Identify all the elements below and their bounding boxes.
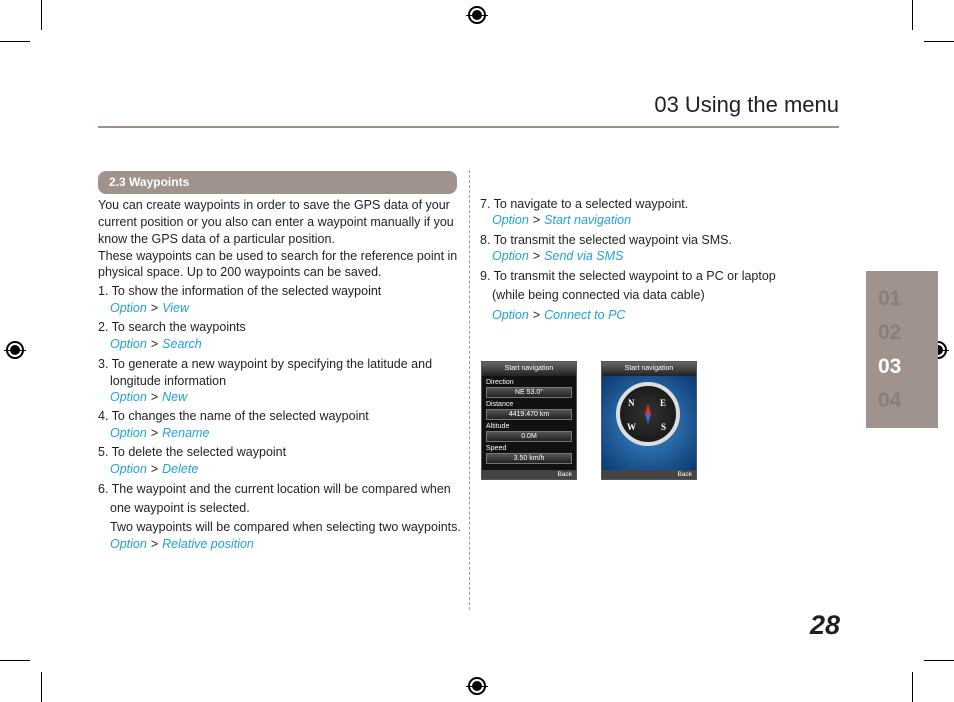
field-value: 4419.470 km xyxy=(486,409,572,420)
chapter-tab-01[interactable]: 01 xyxy=(878,287,901,311)
menu-path: Option > Delete xyxy=(110,461,198,478)
field-label: Altitude xyxy=(486,423,510,430)
step-text: 3. To generate a new waypoint by specify… xyxy=(98,357,433,371)
intro-text: current position or you also can enter a… xyxy=(98,215,454,229)
compass-n: N xyxy=(628,398,635,408)
compass-e: E xyxy=(660,398,667,408)
step-text: 2. To search the waypoints xyxy=(98,320,246,334)
menu-option: Option xyxy=(492,308,529,322)
menu-command: Search xyxy=(162,337,202,351)
step-text: Two waypoints will be compared when sele… xyxy=(110,520,461,534)
menu-option: Option xyxy=(110,537,147,551)
screen-title: Start navigation xyxy=(602,362,696,376)
path-separator: > xyxy=(532,249,541,263)
menu-command: Send via SMS xyxy=(544,249,624,263)
chapter-tab-04[interactable]: 04 xyxy=(878,389,901,413)
menu-path: Option > Search xyxy=(110,336,202,353)
step-text: one waypoint is selected. xyxy=(110,501,250,515)
chapter-tab-03[interactable]: 03 xyxy=(878,355,901,379)
field-label: Direction xyxy=(486,379,514,386)
intro-text: physical space. Up to 200 waypoints can … xyxy=(98,265,382,279)
menu-path: Option > Rename xyxy=(110,425,209,442)
field-label: Distance xyxy=(486,401,514,408)
menu-option: Option xyxy=(110,462,147,476)
crop-mark xyxy=(912,672,913,702)
path-separator: > xyxy=(150,426,159,440)
step-text: 7. To navigate to a selected waypoint. xyxy=(480,197,689,211)
chapter-title: 03 Using the menu xyxy=(654,92,839,117)
crop-mark xyxy=(41,0,42,30)
crop-mark xyxy=(0,660,30,661)
menu-command: Start navigation xyxy=(544,213,632,227)
intro-text: These waypoints can be used to search fo… xyxy=(98,249,458,263)
menu-command: Rename xyxy=(162,426,210,440)
compass-icon: N E W S xyxy=(616,382,680,446)
path-separator: > xyxy=(150,462,159,476)
crop-mark xyxy=(924,660,954,661)
intro-text: You can create waypoints in order to sav… xyxy=(98,198,450,212)
step-text: 4. To changes the name of the selected w… xyxy=(98,409,369,423)
page-number: 28 xyxy=(809,610,840,640)
manual-page: 03 Using the menu 2.3 Waypoints You can … xyxy=(0,0,954,702)
menu-path: Option > Start navigation xyxy=(492,212,631,229)
field-label: Speed xyxy=(486,445,507,452)
path-separator: > xyxy=(150,337,159,351)
menu-path: Option > Connect to PC xyxy=(492,307,625,324)
chapter-tab-02[interactable]: 02 xyxy=(878,321,901,345)
field-value: NE 53.0° xyxy=(486,387,572,398)
menu-command: View xyxy=(162,301,190,315)
needle-icon xyxy=(645,404,651,414)
path-separator: > xyxy=(532,308,541,322)
step-text: 6. The waypoint and the current location… xyxy=(98,482,451,496)
path-separator: > xyxy=(150,537,159,551)
crop-mark xyxy=(41,672,42,702)
menu-option: Option xyxy=(110,426,147,440)
path-separator: > xyxy=(532,213,541,227)
step-text: 8. To transmit the selected waypoint via… xyxy=(480,233,732,247)
menu-option: Option xyxy=(492,249,529,263)
menu-path: Option > New xyxy=(110,389,187,406)
path-separator: > xyxy=(150,301,159,315)
back-softkey: Back xyxy=(482,470,576,479)
registration-mark-icon xyxy=(466,677,488,695)
menu-path: Option > Relative position xyxy=(110,536,254,553)
menu-command: Delete xyxy=(162,462,199,476)
step-text: 5. To delete the selected waypoint xyxy=(98,445,287,459)
menu-option: Option xyxy=(492,213,529,227)
back-softkey: Back xyxy=(602,470,696,479)
menu-path: Option > View xyxy=(110,300,189,317)
compass-s: S xyxy=(661,422,667,432)
crop-mark xyxy=(912,0,913,30)
crop-mark xyxy=(0,41,30,42)
menu-command: New xyxy=(162,390,188,404)
column-divider xyxy=(469,170,470,610)
registration-mark-icon xyxy=(4,341,26,359)
intro-text: know the GPS data of a particular positi… xyxy=(98,232,335,246)
step-text: 1. To show the information of the select… xyxy=(98,284,382,298)
section-heading: 2.3 Waypoints xyxy=(98,171,457,194)
step-text: 9. To transmit the selected waypoint to … xyxy=(480,269,776,283)
field-value: 3.50 km/h xyxy=(486,453,572,464)
chapter-tabs: 01 02 03 04 xyxy=(866,271,938,428)
step-text: longitude information xyxy=(110,374,227,388)
compass-w: W xyxy=(627,422,636,432)
registration-mark-icon xyxy=(466,6,488,24)
screen-start-navigation-data: Start navigation Direction NE 53.0° Distan… xyxy=(481,361,577,480)
crop-mark xyxy=(924,41,954,42)
map-background: N E W S xyxy=(602,376,696,470)
needle-icon xyxy=(645,414,651,424)
title-rule xyxy=(98,126,839,128)
menu-option: Option xyxy=(110,337,147,351)
step-text: (while being connected via data cable) xyxy=(492,288,705,302)
path-separator: > xyxy=(150,390,159,404)
menu-path: Option > Send via SMS xyxy=(492,248,623,265)
screen-title: Start navigation xyxy=(482,362,576,376)
menu-option: Option xyxy=(110,390,147,404)
menu-command: Relative position xyxy=(162,537,254,551)
field-value: 0.0M xyxy=(486,431,572,442)
screen-start-navigation-compass: Start navigation N E W S Back xyxy=(601,361,697,480)
menu-command: Connect to PC xyxy=(544,308,626,322)
menu-option: Option xyxy=(110,301,147,315)
